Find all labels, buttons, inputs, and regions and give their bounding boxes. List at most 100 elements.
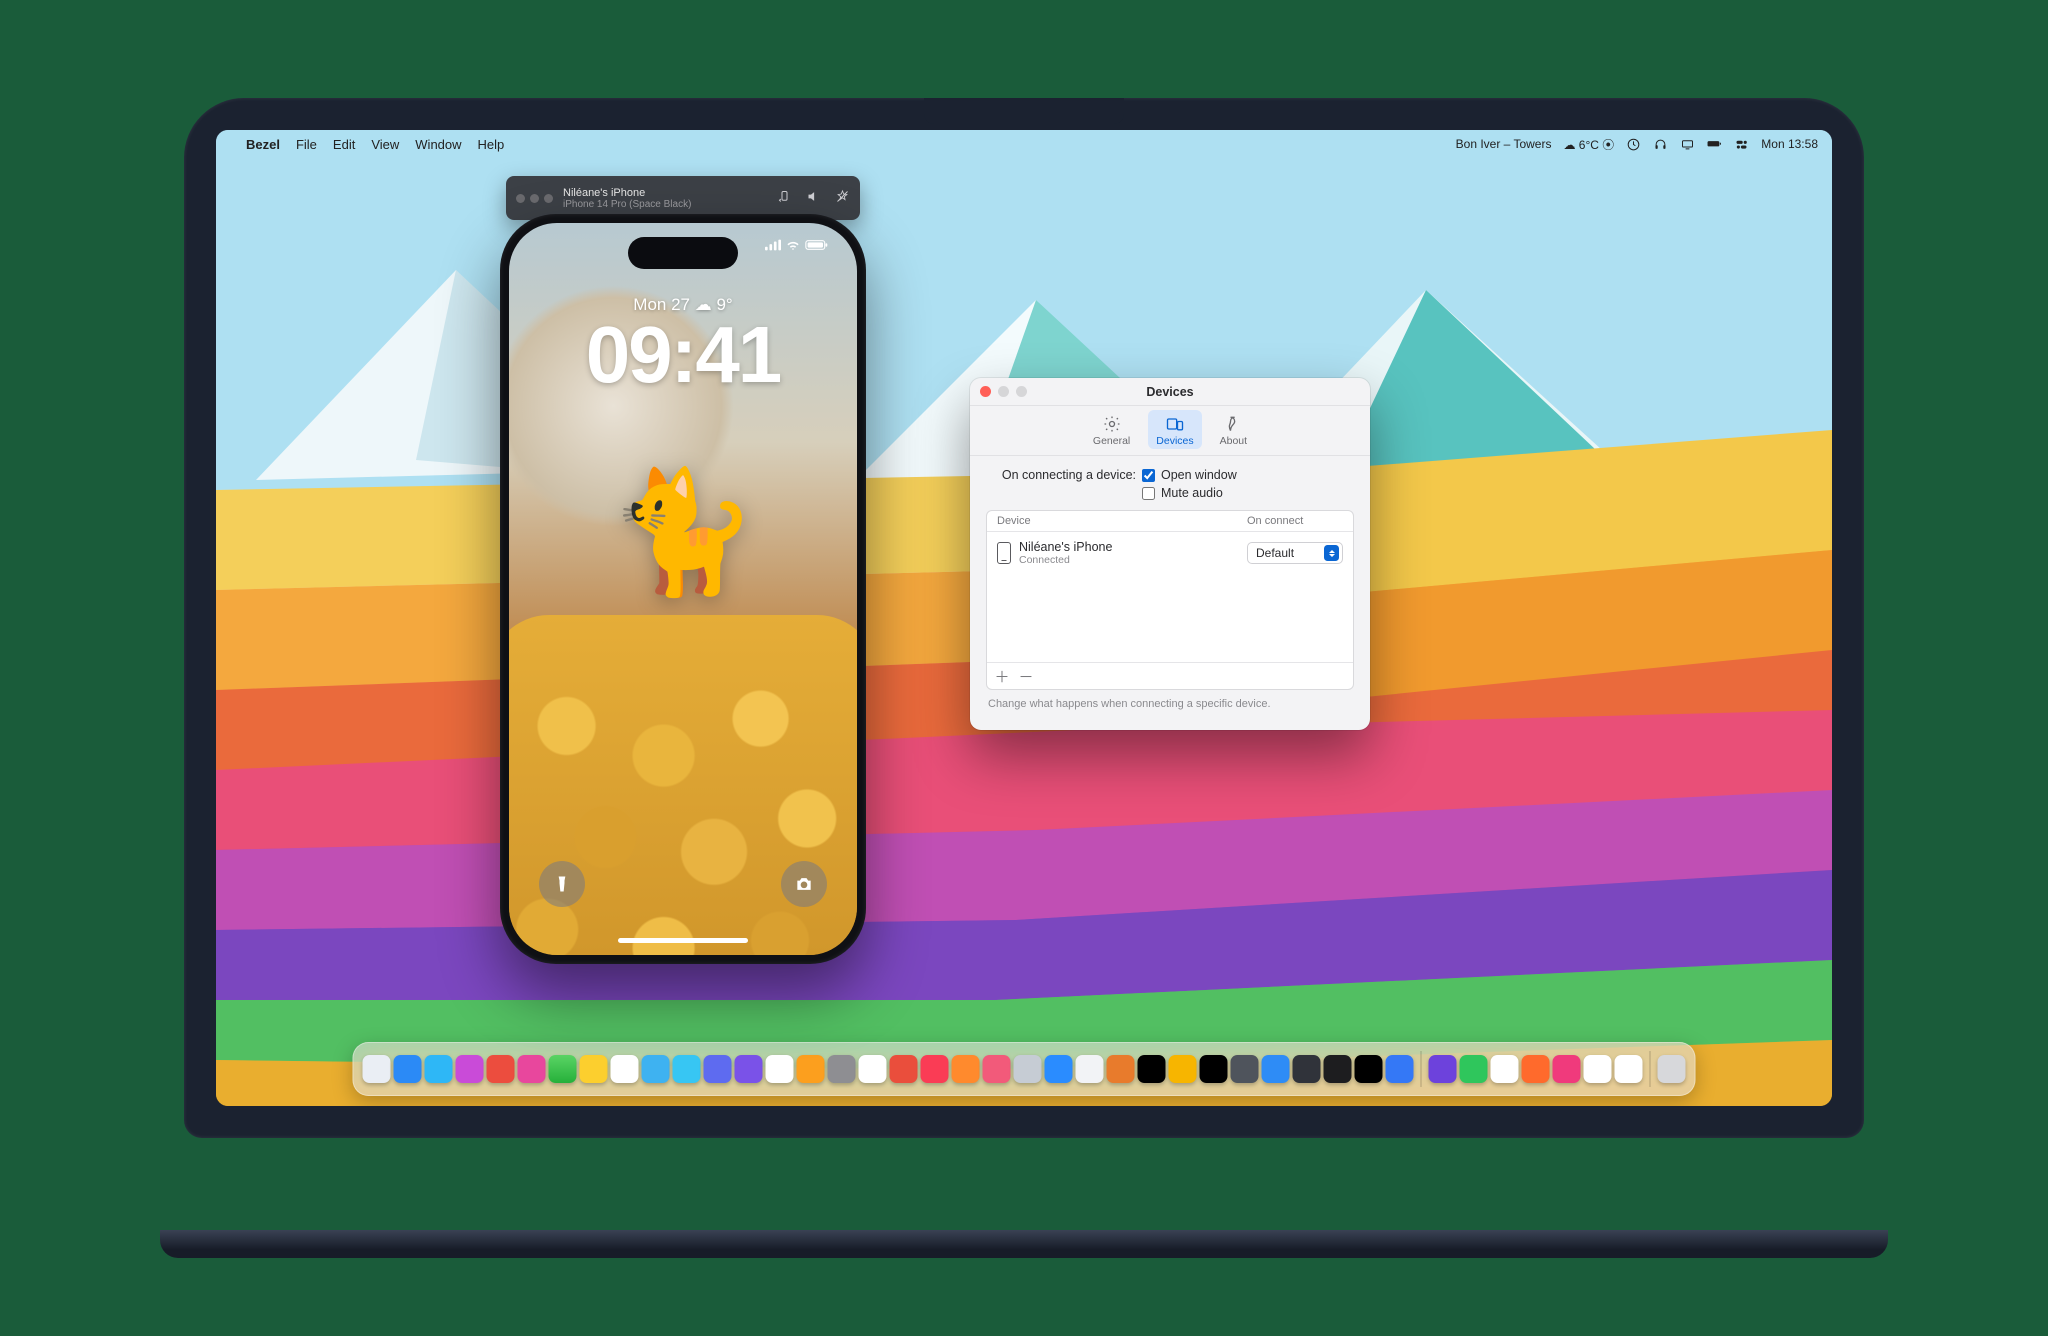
bezel-pin-button[interactable] [835, 189, 850, 207]
window-traffic-lights[interactable] [980, 386, 1027, 397]
dock-app[interactable] [1615, 1055, 1643, 1083]
device-row-name: Niléane's iPhone [1019, 540, 1112, 554]
dock-app[interactable] [1293, 1055, 1321, 1083]
dock-app[interactable] [735, 1055, 763, 1083]
dock-app[interactable] [642, 1055, 670, 1083]
dock-app[interactable] [1138, 1055, 1166, 1083]
menubar-battery-icon[interactable] [1707, 137, 1722, 152]
tab-devices[interactable]: Devices [1148, 410, 1201, 449]
dock-app[interactable] [1553, 1055, 1581, 1083]
prefs-connect-label: On connecting a device: [986, 468, 1136, 482]
tab-about[interactable]: About [1212, 410, 1255, 449]
menubar-clock-icon[interactable] [1626, 137, 1641, 152]
tab-general[interactable]: General [1085, 410, 1138, 449]
dock-app[interactable] [1045, 1055, 1073, 1083]
prefs-titlebar[interactable]: Devices [970, 378, 1370, 406]
device-table: Device On connect Niléane's iPhone Conne… [986, 510, 1354, 690]
dock-app[interactable] [487, 1055, 515, 1083]
phone-lockscreen-time: 09:41 [509, 309, 857, 401]
close-button[interactable] [980, 386, 991, 397]
dock-app[interactable] [1460, 1055, 1488, 1083]
dock-app[interactable] [1231, 1055, 1259, 1083]
battery-icon [805, 239, 829, 251]
bezel-volume-button[interactable] [806, 189, 821, 207]
bezel-rotate-button[interactable] [777, 189, 792, 207]
dock-app[interactable] [1522, 1055, 1550, 1083]
dock[interactable] [353, 1042, 1696, 1096]
menubar-view[interactable]: View [371, 137, 399, 152]
menubar-headphones-icon[interactable] [1653, 137, 1668, 152]
menubar-weather[interactable]: ☁︎ 6°C ⦿ [1563, 136, 1614, 153]
dock-app[interactable] [828, 1055, 856, 1083]
menubar-edit[interactable]: Edit [333, 137, 355, 152]
phone-wallpaper-cat: 🐈 [598, 448, 768, 618]
menubar-clock[interactable]: Mon 13:58 [1761, 137, 1818, 151]
zoom-button[interactable] [1016, 386, 1027, 397]
dock-app[interactable] [394, 1055, 422, 1083]
dock-app[interactable] [797, 1055, 825, 1083]
column-device: Device [997, 515, 1247, 527]
dock-app[interactable] [518, 1055, 546, 1083]
dock-separator [1650, 1051, 1651, 1087]
phone-mirror-window[interactable]: 🐈 Mon 27 ☁︎ 9° 09:41 [500, 214, 866, 964]
dock-app[interactable] [890, 1055, 918, 1083]
dock-app[interactable] [704, 1055, 732, 1083]
on-connect-popup[interactable]: Default [1247, 542, 1343, 564]
menubar-display-icon[interactable] [1680, 137, 1695, 152]
dock-app[interactable] [1200, 1055, 1228, 1083]
phone-home-indicator[interactable] [618, 938, 748, 943]
column-on-connect: On connect [1247, 515, 1343, 527]
dock-app[interactable] [1429, 1055, 1457, 1083]
dock-app[interactable] [1324, 1055, 1352, 1083]
bezel-device-name: Niléane's iPhone [563, 187, 691, 199]
menubar: Bezel File Edit View Window Help Bon Ive… [216, 130, 1832, 158]
dock-app[interactable] [1107, 1055, 1135, 1083]
prefs-title: Devices [1146, 385, 1193, 399]
phone-camera-button[interactable] [781, 861, 827, 907]
menubar-window[interactable]: Window [415, 137, 461, 152]
preferences-window: Devices General Devices About [970, 378, 1370, 730]
dock-app[interactable] [611, 1055, 639, 1083]
phone-dynamic-island [628, 237, 738, 269]
dock-app[interactable] [921, 1055, 949, 1083]
mute-audio-label[interactable]: Mute audio [1161, 486, 1223, 500]
menubar-help[interactable]: Help [478, 137, 505, 152]
dock-app[interactable] [952, 1055, 980, 1083]
add-device-button[interactable]: ＋ [991, 666, 1013, 686]
dock-app[interactable] [1491, 1055, 1519, 1083]
open-window-checkbox[interactable] [1142, 469, 1155, 482]
dock-app[interactable] [766, 1055, 794, 1083]
open-window-label[interactable]: Open window [1161, 468, 1237, 482]
dock-app[interactable] [859, 1055, 887, 1083]
dock-app[interactable] [549, 1055, 577, 1083]
window-traffic-lights[interactable] [516, 194, 553, 203]
menubar-app-name[interactable]: Bezel [246, 137, 280, 152]
dock-app[interactable] [363, 1055, 391, 1083]
dock-app[interactable] [983, 1055, 1011, 1083]
dock-app[interactable] [456, 1055, 484, 1083]
remove-device-button[interactable]: － [1015, 666, 1037, 686]
dock-app[interactable] [1014, 1055, 1042, 1083]
dock-app[interactable] [1658, 1055, 1686, 1083]
dock-app[interactable] [1584, 1055, 1612, 1083]
dock-app[interactable] [1169, 1055, 1197, 1083]
signal-icon [765, 239, 781, 251]
device-row[interactable]: Niléane's iPhone Connected Default [987, 532, 1353, 574]
dock-app[interactable] [1355, 1055, 1383, 1083]
dock-app[interactable] [1262, 1055, 1290, 1083]
menubar-now-playing[interactable]: Bon Iver – Towers [1456, 137, 1552, 151]
minimize-button[interactable] [998, 386, 1009, 397]
phone-flashlight-button[interactable] [539, 861, 585, 907]
menubar-file[interactable]: File [296, 137, 317, 152]
dock-app[interactable] [425, 1055, 453, 1083]
device-row-status: Connected [1019, 554, 1112, 566]
wifi-icon [785, 239, 801, 251]
dock-app[interactable] [580, 1055, 608, 1083]
menubar-control-center-icon[interactable] [1734, 137, 1749, 152]
dock-app[interactable] [673, 1055, 701, 1083]
mute-audio-checkbox[interactable] [1142, 487, 1155, 500]
dock-app[interactable] [1386, 1055, 1414, 1083]
laptop-notch [924, 98, 1124, 124]
dock-app[interactable] [1076, 1055, 1104, 1083]
laptop-base [160, 1230, 1888, 1258]
